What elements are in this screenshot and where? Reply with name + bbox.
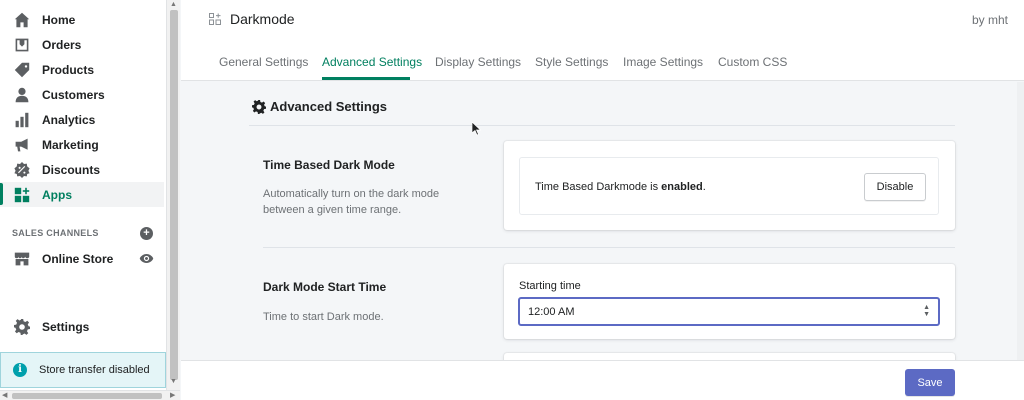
disable-button[interactable]: Disable xyxy=(864,173,926,201)
sidebar-item-customers[interactable]: Customers xyxy=(0,82,164,107)
discount-icon xyxy=(14,161,30,178)
time-based-title: Time Based Dark Mode xyxy=(263,158,395,172)
starting-time-label: Starting time xyxy=(519,280,581,292)
content-edge xyxy=(1017,82,1024,360)
scrollbar-thumb[interactable] xyxy=(12,393,162,399)
add-channel-icon[interactable]: + xyxy=(140,227,153,240)
status-card: Time Based Darkmode is enabled. Disable xyxy=(519,157,939,215)
app-title: Darkmode xyxy=(230,11,295,27)
sidebar-item-settings[interactable]: Settings xyxy=(0,314,164,339)
mouse-cursor-icon xyxy=(472,122,482,136)
time-based-status: Time Based Darkmode is enabled. xyxy=(535,181,706,193)
orders-icon xyxy=(14,37,30,53)
scroll-up-icon[interactable]: ▲ xyxy=(170,1,177,8)
divider xyxy=(263,247,955,248)
scroll-right-icon[interactable]: ▶ xyxy=(170,391,175,399)
sidebar-item-label: Discounts xyxy=(42,162,101,177)
sidebar-item-analytics[interactable]: Analytics xyxy=(0,107,164,132)
sidebar-item-label: Products xyxy=(42,62,95,77)
eye-icon[interactable] xyxy=(139,251,154,266)
store-icon xyxy=(14,251,30,267)
sidebar-item-label: Analytics xyxy=(42,112,96,127)
sidebar-item-label: Settings xyxy=(42,319,90,334)
sidebar-item-label: Home xyxy=(42,12,76,27)
status-value: enabled xyxy=(661,181,703,193)
time-based-card: Time Based Darkmode is enabled. Disable xyxy=(504,141,955,230)
app-author: by mht xyxy=(971,13,1008,27)
tab-general-settings[interactable]: General Settings xyxy=(219,55,308,69)
sidebar-item-orders[interactable]: Orders xyxy=(0,32,164,57)
store-transfer-banner: i Store transfer disabled xyxy=(0,352,166,388)
tag-icon xyxy=(14,62,30,78)
store-transfer-text: Store transfer disabled xyxy=(39,364,150,376)
sidebar-item-home[interactable]: Home xyxy=(0,7,164,32)
scrollbar-thumb[interactable] xyxy=(170,10,178,380)
main-content: Darkmode by mht General Settings Advance… xyxy=(181,0,1024,400)
tab-custom-css[interactable]: Custom CSS xyxy=(718,55,787,69)
divider xyxy=(249,125,955,126)
active-tab-indicator xyxy=(322,77,410,80)
panel-title-text: Advanced Settings xyxy=(270,99,388,114)
sidebar-item-label: Orders xyxy=(42,37,82,52)
sidebar-item-label: Online Store xyxy=(42,251,114,266)
tab-display-settings[interactable]: Display Settings xyxy=(435,55,521,69)
active-indicator xyxy=(0,183,3,205)
footer-bar: Save xyxy=(181,360,1024,400)
select-caret-icon: ▲ ▼ xyxy=(923,304,930,318)
panel-title: Advanced Settings xyxy=(252,99,387,114)
sidebar-item-label: Apps xyxy=(42,187,72,202)
sidebar-item-label: Marketing xyxy=(42,137,99,152)
tab-advanced-settings[interactable]: Advanced Settings xyxy=(322,55,422,69)
home-icon xyxy=(14,12,30,28)
bar-chart-icon xyxy=(14,112,30,128)
apps-icon xyxy=(14,187,30,203)
sidebar-item-label: Customers xyxy=(42,87,105,102)
tab-style-settings[interactable]: Style Settings xyxy=(535,55,608,69)
sidebar-item-apps[interactable]: Apps xyxy=(0,182,164,207)
time-based-description: Automatically turn on the dark mode betw… xyxy=(263,188,440,216)
starting-time-select[interactable]: 12:00 AM ▲ ▼ xyxy=(518,297,940,326)
person-icon xyxy=(14,87,30,103)
sales-channels-heading: SALES CHANNELS xyxy=(12,228,99,238)
start-time-card: Starting time 12:00 AM ▲ ▼ xyxy=(504,264,955,339)
sidebar: Home Orders Products Customers Analytics… xyxy=(0,0,170,400)
start-time-title: Dark Mode Start Time xyxy=(263,280,387,294)
save-button[interactable]: Save xyxy=(905,369,955,396)
gear-icon xyxy=(14,318,30,335)
info-icon: i xyxy=(13,363,27,377)
app-icon xyxy=(209,13,221,25)
app-header: Darkmode by mht xyxy=(181,0,1024,40)
scroll-left-icon[interactable]: ◀ xyxy=(2,391,7,399)
sidebar-vertical-scrollbar[interactable]: ▲ ▼ xyxy=(166,0,180,390)
start-time-description: Time to start Dark mode. xyxy=(263,311,384,323)
scroll-down-icon[interactable]: ▼ xyxy=(170,378,177,385)
sidebar-item-products[interactable]: Products xyxy=(0,57,164,82)
sidebar-horizontal-scrollbar[interactable]: ◀ ▶ xyxy=(0,390,180,400)
gear-icon xyxy=(252,99,266,114)
sidebar-item-marketing[interactable]: Marketing xyxy=(0,132,164,157)
sidebar-item-discounts[interactable]: Discounts xyxy=(0,157,164,182)
selected-value: 12:00 AM xyxy=(528,305,575,318)
settings-tabs: General Settings Advanced Settings Displ… xyxy=(181,40,1024,81)
megaphone-icon xyxy=(14,137,30,153)
tab-image-settings[interactable]: Image Settings xyxy=(623,55,703,69)
